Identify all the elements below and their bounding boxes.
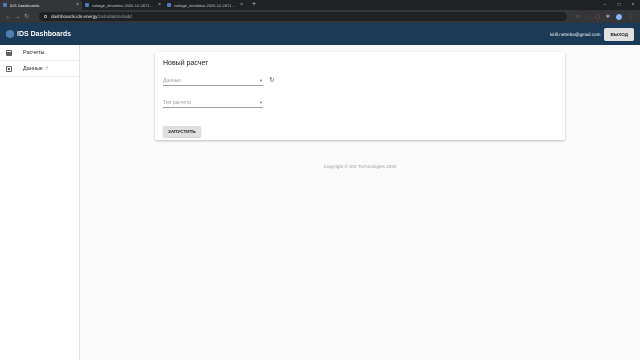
user-email: kirill.netreba@gmail.com	[550, 31, 601, 37]
back-icon[interactable]: ←	[4, 14, 13, 20]
sidebar-item-calculations[interactable]: Расчеты	[0, 45, 79, 61]
logo-icon	[6, 29, 14, 39]
sidebar-item-label: Расчеты	[23, 49, 45, 56]
url-domain: dashboards.ids.energy	[51, 14, 98, 19]
app-title: IDS Dashboards	[17, 30, 72, 38]
run-button[interactable]: ЗАПУСТИТЬ	[163, 126, 201, 137]
browser-tab-voltage-2[interactable]: voltage_deviation-2020-12-26T1… ×	[164, 0, 246, 10]
calc-type-select-row: Тип расчета ▼	[163, 98, 557, 108]
puzzle-icon[interactable]: ✱	[606, 14, 610, 20]
browser-tab-strip: IDS Dashboards × voltage_deviation-2020-…	[0, 0, 640, 10]
url-path: /calculations/add	[97, 14, 132, 19]
sidebar-item-data[interactable]: Данные ☝	[0, 61, 79, 77]
profile-avatar[interactable]	[616, 13, 622, 20]
maximize-icon[interactable]: □	[612, 0, 626, 10]
close-window-icon[interactable]: ×	[626, 0, 640, 10]
url-input[interactable]: dashboards.ids.energy /calculations/add	[39, 12, 567, 21]
hand-cursor-icon: ☝	[44, 66, 49, 72]
forward-icon[interactable]: →	[13, 14, 22, 20]
favicon-icon	[167, 3, 171, 7]
page-title: Новый расчет	[163, 60, 209, 67]
menu-dots-icon[interactable]: ⋮	[628, 14, 633, 20]
calculator-icon	[6, 49, 12, 56]
extension-icons: ☆ ◌ ▢ ✱ ⋮	[573, 13, 636, 20]
favicon-icon	[85, 3, 89, 7]
window-controls: – □ ×	[598, 0, 640, 10]
tab-close-icon[interactable]: ×	[240, 2, 243, 8]
new-calculation-card: Новый расчет Данные ▼ ↻ Тип расчета ▼ ЗА…	[155, 52, 565, 140]
tab-title: voltage_deviation-2020-12-26T1…	[92, 2, 154, 8]
data-icon	[6, 65, 12, 72]
minimize-icon[interactable]: –	[598, 0, 612, 10]
tab-title: IDS Dashboards	[10, 2, 40, 8]
lock-icon	[44, 15, 47, 18]
star-icon[interactable]: ☆	[576, 14, 580, 20]
tab-title: voltage_deviation-2020-12-26T1…	[174, 2, 236, 8]
calc-type-select-placeholder: Тип расчета	[163, 99, 191, 106]
data-select-row: Данные ▼ ↻	[163, 76, 557, 86]
chevron-down-icon: ▼	[259, 100, 263, 105]
sidebar: Расчеты Данные ☝	[0, 45, 80, 360]
tab-close-icon[interactable]: ×	[76, 2, 79, 8]
calc-type-select[interactable]: Тип расчета ▼	[163, 98, 263, 108]
extension-red-2-icon[interactable]: ▢	[595, 14, 600, 20]
reload-icon[interactable]: ↻	[22, 13, 31, 20]
data-select-placeholder: Данные	[163, 77, 182, 84]
copyright-text: Copyright © IDS Technologies 2020	[323, 164, 397, 169]
logout-button[interactable]: ВЫХОД	[604, 27, 634, 41]
refresh-icon[interactable]: ↻	[269, 77, 275, 85]
data-select[interactable]: Данные ▼	[163, 76, 263, 86]
chevron-down-icon: ▼	[259, 78, 263, 83]
favicon-icon	[3, 3, 7, 7]
extension-red-icon[interactable]: ◌	[586, 14, 589, 20]
browser-address-bar: ← → ↻ dashboards.ids.energy /calculation…	[0, 10, 640, 23]
tab-close-icon[interactable]: ×	[158, 2, 161, 8]
sidebar-item-label: Данные	[23, 65, 43, 72]
browser-tab-ids-dashboards[interactable]: IDS Dashboards ×	[0, 0, 82, 10]
new-tab-button[interactable]: +	[246, 0, 262, 10]
browser-tab-voltage-1[interactable]: voltage_deviation-2020-12-26T1… ×	[82, 0, 164, 10]
app-header: IDS Dashboards kirill.netreba@gmail.com …	[0, 23, 640, 45]
